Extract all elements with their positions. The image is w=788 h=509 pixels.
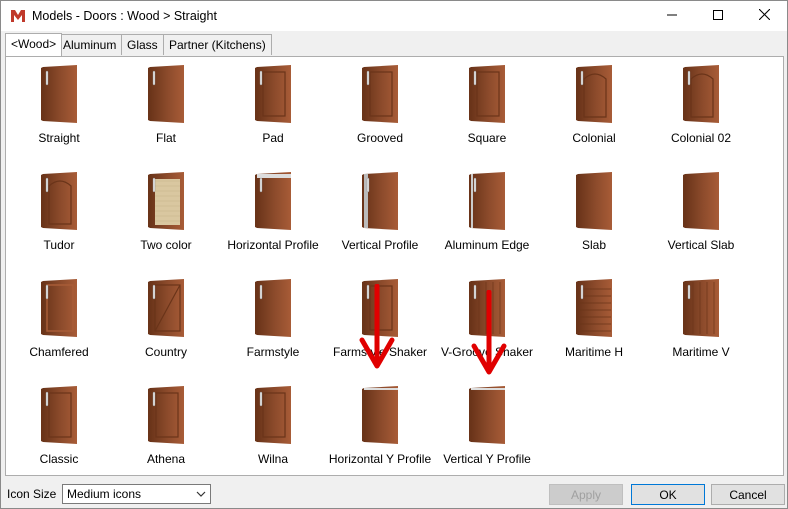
tab-aluminum[interactable]: Aluminum	[57, 34, 123, 55]
model-item[interactable]: Pad	[220, 58, 326, 163]
minimize-icon	[667, 9, 677, 23]
door-thumbnail-icon	[37, 170, 81, 232]
door-thumbnail-icon	[679, 277, 723, 339]
model-item[interactable]: Athena	[113, 379, 219, 484]
model-item[interactable]: Chamfered	[6, 272, 112, 377]
red-arrow-annotation	[359, 284, 395, 369]
door-thumbnail-icon	[37, 277, 81, 339]
model-item[interactable]: Vertical Slab	[648, 165, 754, 270]
model-item[interactable]: Slab	[541, 165, 647, 270]
window-title: Models - Doors : Wood > Straight	[32, 9, 217, 23]
door-thumbnail-icon	[679, 63, 723, 125]
models-dialog: Models - Doors : Wood > Straight <Wood> …	[0, 0, 788, 509]
maximize-icon	[713, 9, 723, 23]
door-thumbnail-icon	[465, 170, 509, 232]
model-item[interactable]: Flat	[113, 58, 219, 163]
door-thumbnail-icon	[679, 170, 723, 232]
tab-partner-kitchens[interactable]: Partner (Kitchens)	[163, 34, 272, 55]
door-thumbnail-icon	[144, 170, 188, 232]
door-thumbnail-icon	[144, 63, 188, 125]
model-item[interactable]: Classic	[6, 379, 112, 484]
maximize-button[interactable]	[695, 1, 741, 31]
door-thumbnail-icon	[465, 384, 509, 446]
door-thumbnail-icon	[251, 384, 295, 446]
apply-button[interactable]: Apply	[549, 484, 623, 505]
model-label: Maritime V	[672, 345, 730, 359]
model-item[interactable]: Colonial 02	[648, 58, 754, 163]
door-thumbnail-icon	[251, 277, 295, 339]
model-item[interactable]: Grooved	[327, 58, 433, 163]
model-item[interactable]: Horizontal Profile	[220, 165, 326, 270]
app-logo-icon	[10, 8, 26, 24]
icon-size-value: Medium icons	[67, 487, 142, 501]
door-thumbnail-icon	[251, 63, 295, 125]
door-thumbnail-icon	[358, 63, 402, 125]
model-item[interactable]: Horizontal Y Profile	[327, 379, 433, 484]
red-arrow-annotation	[471, 290, 507, 375]
icon-size-select[interactable]: Medium icons	[62, 484, 211, 504]
ok-button[interactable]: OK	[631, 484, 705, 505]
close-icon	[758, 8, 770, 23]
door-thumbnail-icon	[358, 170, 402, 232]
model-grid[interactable]: Straight Flat Pad Grooved Square Colonial Colo…	[5, 56, 784, 476]
model-item[interactable]: Vertical Profile	[327, 165, 433, 270]
model-item[interactable]: Farmstyle	[220, 272, 326, 377]
door-thumbnail-icon	[144, 277, 188, 339]
tab-wood[interactable]: <Wood>	[5, 33, 63, 56]
model-item[interactable]: Straight	[6, 58, 112, 163]
model-item[interactable]: Wilna	[220, 379, 326, 484]
model-item[interactable]: Two color	[113, 165, 219, 270]
chevron-down-icon	[195, 488, 207, 500]
model-item[interactable]: Tudor	[6, 165, 112, 270]
model-item[interactable]: Square	[434, 58, 540, 163]
door-thumbnail-icon	[572, 63, 616, 125]
door-thumbnail-icon	[465, 63, 509, 125]
model-item[interactable]: Aluminum Edge	[434, 165, 540, 270]
icon-size-label: Icon Size	[7, 487, 57, 501]
cancel-button[interactable]: Cancel	[711, 484, 785, 505]
door-thumbnail-icon	[572, 170, 616, 232]
model-item[interactable]: Vertical Y Profile	[434, 379, 540, 484]
model-item[interactable]: Maritime V	[648, 272, 754, 377]
close-button[interactable]	[741, 1, 787, 31]
minimize-button[interactable]	[649, 1, 695, 31]
door-thumbnail-icon	[37, 384, 81, 446]
model-label: Vertical Slab	[667, 238, 735, 252]
model-item[interactable]: Maritime H	[541, 272, 647, 377]
door-thumbnail-icon	[358, 384, 402, 446]
model-label: Colonial 02	[670, 131, 732, 145]
tab-glass[interactable]: Glass	[121, 34, 164, 55]
title-bar[interactable]: Models - Doors : Wood > Straight	[1, 1, 787, 31]
model-item[interactable]: Country	[113, 272, 219, 377]
model-item[interactable]: Colonial	[541, 58, 647, 163]
door-thumbnail-icon	[144, 384, 188, 446]
door-thumbnail-icon	[37, 63, 81, 125]
model-label: Vertical Y Profile	[443, 452, 531, 466]
door-thumbnail-icon	[251, 170, 295, 232]
door-thumbnail-icon	[572, 277, 616, 339]
